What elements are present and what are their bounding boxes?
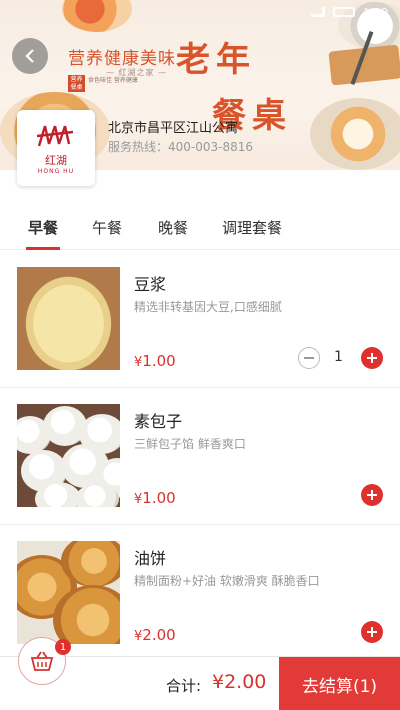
add-item-button[interactable]	[361, 347, 383, 369]
add-item-button[interactable]	[361, 484, 383, 506]
banner-title-line1: 老年	[176, 40, 256, 80]
tab-diet-set[interactable]: 调理套餐	[222, 204, 282, 250]
page: 1:00 营养健康美味 — 红湖之家 — 营养 餐桌 食色味佳 营养健康 老年 …	[0, 0, 400, 710]
signal-icon	[310, 7, 325, 17]
item-name: 豆浆	[134, 275, 167, 294]
battery-icon	[332, 7, 355, 17]
back-button[interactable]	[12, 38, 48, 74]
item-name: 素包子	[134, 412, 183, 431]
shop-phone[interactable]: 服务热线：400-003-8816	[108, 138, 253, 155]
fried-cake-image[interactable]	[17, 541, 120, 644]
item-price: ¥2.00	[134, 626, 176, 644]
add-item-button[interactable]	[361, 621, 383, 643]
shop-logo: 红湖 HONG HU	[17, 110, 95, 186]
item-desc: 精选非转基因大豆,口感细腻	[134, 300, 282, 314]
logo-text-cn: 红湖	[45, 153, 67, 167]
item-name: 油饼	[134, 549, 167, 568]
banner-seal: 营养 餐桌	[68, 75, 85, 92]
banner-seal-caption: 食色味佳 营养健康	[88, 77, 138, 84]
item-price: ¥1.00	[134, 489, 176, 507]
price-value: 2.00	[142, 626, 176, 644]
banner-slogan: 营养健康美味	[68, 49, 176, 69]
tab-dinner[interactable]: 晚餐	[158, 204, 188, 250]
logo-text-en: HONG HU	[37, 167, 75, 175]
status-time: 1:00	[362, 4, 388, 20]
checkout-button[interactable]: 去结算(1)	[279, 657, 400, 710]
list-item: 豆浆 精选非转基因大豆,口感细腻 ¥1.00 1	[0, 251, 400, 388]
basket-icon	[30, 651, 54, 671]
item-price: ¥1.00	[134, 352, 176, 370]
shop-address: 北京市昌平区江山公寓	[108, 121, 239, 136]
decrease-quantity-button[interactable]	[298, 347, 320, 369]
logo-icon	[36, 125, 74, 146]
soymilk-image[interactable]	[17, 267, 120, 370]
steamed-bun-image[interactable]	[17, 404, 120, 507]
cart-bar: 1 合计: ¥2.00 去结算(1)	[0, 637, 400, 710]
item-desc: 三鲜包子馅 鲜香爽口	[134, 437, 246, 451]
price-value: 1.00	[142, 489, 176, 507]
chevron-left-icon	[25, 49, 34, 63]
item-desc: 精制面粉+好油 软嫩滑爽 酥脆香口	[134, 574, 320, 588]
price-value: 1.00	[142, 352, 176, 370]
menu-list: 豆浆 精选非转基因大豆,口感细腻 ¥1.00 1 素包子 三鲜包子馅 鲜香爽口 …	[0, 251, 400, 662]
tab-lunch[interactable]: 午餐	[92, 204, 122, 250]
list-item: 素包子 三鲜包子馅 鲜香爽口 ¥1.00	[0, 388, 400, 525]
meal-tabs: 早餐 午餐 晚餐 调理套餐	[0, 204, 400, 250]
cart-count-badge: 1	[55, 639, 71, 655]
total-value: ¥2.00	[212, 671, 267, 693]
status-bar: 1:00	[0, 0, 400, 24]
food-decoration	[310, 98, 400, 170]
tab-breakfast[interactable]: 早餐	[26, 204, 61, 250]
item-quantity: 1	[334, 349, 343, 365]
total-label: 合计:	[166, 677, 202, 695]
